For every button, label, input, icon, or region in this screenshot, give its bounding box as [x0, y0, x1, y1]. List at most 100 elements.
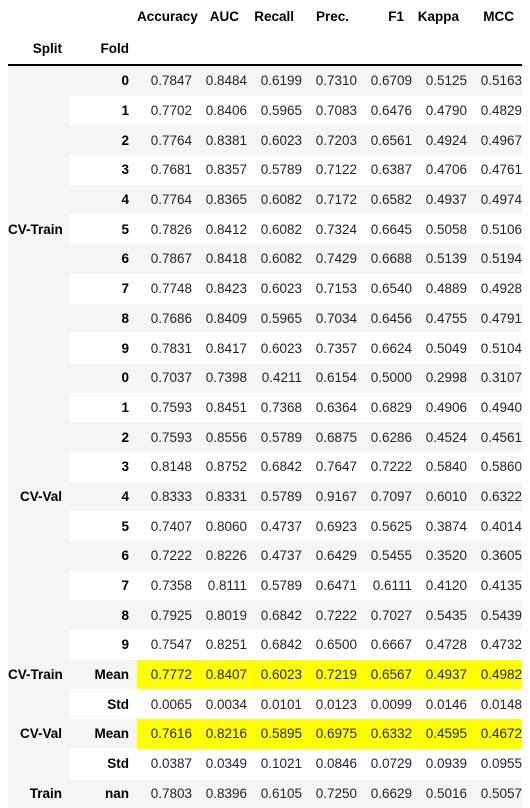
metric-cell: 0.7925 — [137, 600, 192, 630]
metric-cell: 0.6829 — [357, 393, 412, 423]
header-row-metrics: Accuracy AUC Recall Prec. F1 Kappa MCC — [8, 0, 522, 32]
metric-cell: 0.4135 — [467, 571, 522, 601]
metric-cell: 0.6023 — [247, 333, 302, 363]
metric-cell: 0.6082 — [247, 244, 302, 274]
metric-cell: 0.7764 — [137, 125, 192, 155]
fold-label-cell: 6 — [70, 244, 137, 274]
split-label-cell: CV-Val — [8, 719, 70, 749]
metric-cell: 0.6667 — [357, 630, 412, 660]
header-blank-fold — [70, 0, 137, 32]
fold-label-cell: 7 — [70, 274, 137, 304]
metric-cell: 0.8251 — [192, 630, 247, 660]
fold-label-cell: Mean — [70, 660, 137, 690]
metric-cell: 0.6082 — [247, 214, 302, 244]
fold-label-cell: 3 — [70, 452, 137, 482]
metric-cell: 0.0387 — [137, 749, 192, 779]
metric-cell: 0.6709 — [357, 65, 412, 96]
metric-cell: 0.7037 — [137, 363, 192, 393]
metric-cell: 0.4595 — [412, 719, 467, 749]
metric-cell: 0.8148 — [137, 452, 192, 482]
metric-cell: 0.6540 — [357, 274, 412, 304]
metric-cell: 0.7831 — [137, 333, 192, 363]
metric-cell: 0.4524 — [412, 422, 467, 452]
table-row: 70.77480.84230.60230.71530.65400.48890.4… — [8, 274, 522, 304]
metric-cell: 0.1021 — [247, 749, 302, 779]
metric-cell: 0.6975 — [302, 719, 357, 749]
split-label-cell — [8, 511, 70, 541]
metric-cell: 0.5194 — [467, 244, 522, 274]
metric-cell: 0.7764 — [137, 185, 192, 215]
metric-cell: 0.7153 — [302, 274, 357, 304]
metric-cell: 0.3874 — [412, 511, 467, 541]
column-header-accuracy: Accuracy — [137, 0, 192, 32]
fold-label-cell: 8 — [70, 304, 137, 334]
split-label-cell — [8, 125, 70, 155]
split-label-cell: Train — [8, 779, 70, 808]
index-header-fold: Fold — [70, 32, 137, 65]
table-row: 20.77640.83810.60230.72030.65610.49240.4… — [8, 125, 522, 155]
fold-label-cell: 0 — [70, 65, 137, 96]
metric-cell: 0.4924 — [412, 125, 467, 155]
metric-cell: 0.4982 — [467, 660, 522, 690]
column-header-kappa: Kappa — [412, 0, 467, 32]
fold-label-cell: Mean — [70, 719, 137, 749]
metric-cell: 0.5789 — [247, 482, 302, 512]
table-row: 00.70370.73980.42110.61540.50000.29980.3… — [8, 363, 522, 393]
metric-cell: 0.6624 — [357, 333, 412, 363]
metric-cell: 0.8365 — [192, 185, 247, 215]
split-label-cell — [8, 749, 70, 779]
table-row: 10.77020.84060.59650.70830.64760.47900.4… — [8, 96, 522, 126]
metric-cell: 0.7310 — [302, 65, 357, 96]
metric-cell: 0.6023 — [247, 125, 302, 155]
metric-cell: 0.3520 — [412, 541, 467, 571]
split-label-cell — [8, 600, 70, 630]
split-label-cell — [8, 393, 70, 423]
table-header: Accuracy AUC Recall Prec. F1 Kappa MCC S… — [8, 0, 522, 65]
metric-cell: 0.6629 — [357, 779, 412, 808]
fold-label-cell: 9 — [70, 630, 137, 660]
table-row: 90.78310.84170.60230.73570.66240.50490.5… — [8, 333, 522, 363]
fold-label-cell: nan — [70, 779, 137, 808]
split-label-cell — [8, 541, 70, 571]
metric-cell: 0.5895 — [247, 719, 302, 749]
metric-cell: 0.0148 — [467, 689, 522, 719]
metric-cell: 0.4706 — [412, 155, 467, 185]
metric-cell: 0.4940 — [467, 393, 522, 423]
metric-cell: 0.8019 — [192, 600, 247, 630]
fold-label-cell: 0 — [70, 363, 137, 393]
metric-cell: 0.6387 — [357, 155, 412, 185]
metric-cell: 0.0099 — [357, 689, 412, 719]
metric-cell: 0.0846 — [302, 749, 357, 779]
metric-cell: 0.8396 — [192, 779, 247, 808]
metric-cell: 0.7826 — [137, 214, 192, 244]
metric-cell: 0.6582 — [357, 185, 412, 215]
table-row: 30.76810.83570.57890.71220.63870.47060.4… — [8, 155, 522, 185]
metric-cell: 0.9167 — [302, 482, 357, 512]
metric-cell: 0.8409 — [192, 304, 247, 334]
metric-cell: 0.4737 — [247, 511, 302, 541]
metric-cell: 0.7027 — [357, 600, 412, 630]
metric-cell: 0.6923 — [302, 511, 357, 541]
metric-cell: 0.4014 — [467, 511, 522, 541]
metric-cell: 0.3107 — [467, 363, 522, 393]
table-row: 00.78470.84840.61990.73100.67090.51250.5… — [8, 65, 522, 96]
table-row: 20.75930.85560.57890.68750.62860.45240.4… — [8, 422, 522, 452]
metric-cell: 0.0349 — [192, 749, 247, 779]
metric-cell: 0.6645 — [357, 214, 412, 244]
metric-cell: 0.5104 — [467, 333, 522, 363]
metric-cell: 0.7097 — [357, 482, 412, 512]
metric-cell: 0.4889 — [412, 274, 467, 304]
header-spacer-2 — [192, 32, 247, 65]
split-label-cell — [8, 422, 70, 452]
metric-cell: 0.7222 — [357, 452, 412, 482]
table-row: CV-TrainMean0.77720.84070.60230.72190.65… — [8, 660, 522, 690]
metric-cell: 0.7407 — [137, 511, 192, 541]
metric-cell: 0.6364 — [302, 393, 357, 423]
metric-cell: 0.7203 — [302, 125, 357, 155]
split-label-cell — [8, 304, 70, 334]
metric-cell: 0.6082 — [247, 185, 302, 215]
split-label-cell: CV-Train — [8, 214, 70, 244]
metric-cell: 0.7172 — [302, 185, 357, 215]
metric-cell: 0.6105 — [247, 779, 302, 808]
metric-cell: 0.4737 — [247, 541, 302, 571]
